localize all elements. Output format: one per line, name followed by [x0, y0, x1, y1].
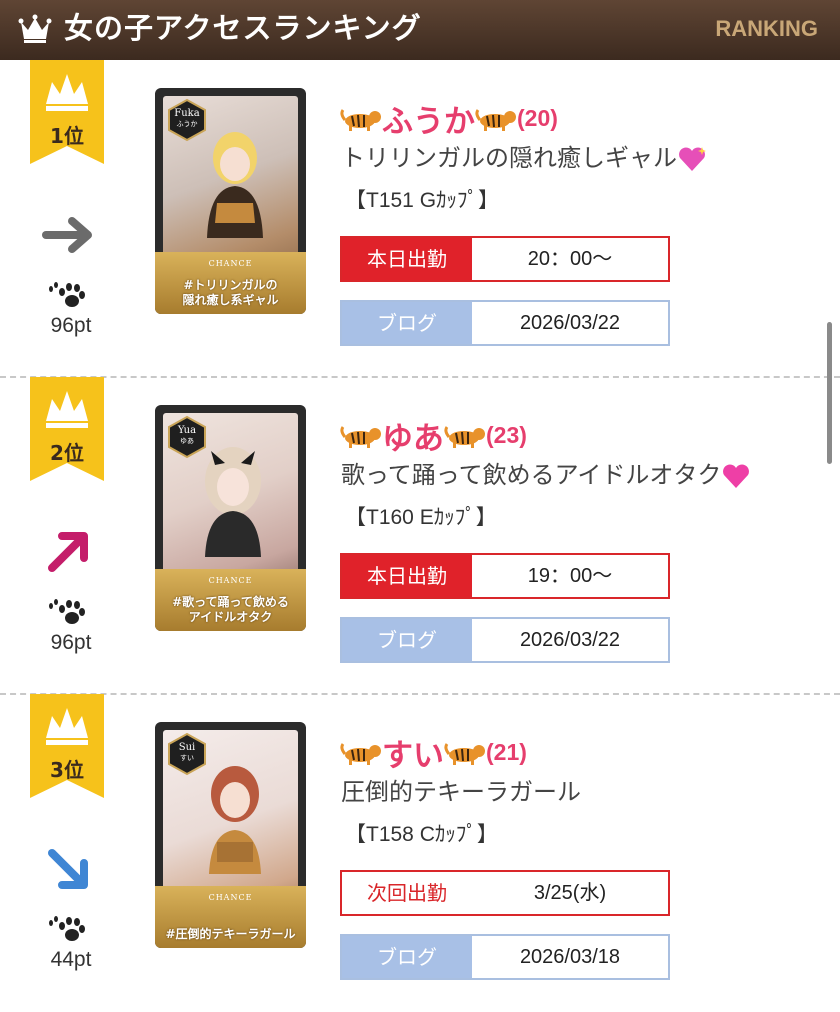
- ranking-header: 女の子アクセスランキング RANKING: [0, 0, 840, 60]
- shift-label: 次回出勤: [342, 872, 472, 914]
- hex-kana: ゆあ: [180, 437, 194, 445]
- tiger-icon: [444, 425, 485, 448]
- card-caption: #歌って踊って飲める アイドルオタク: [172, 595, 289, 624]
- blog-link[interactable]: ブログ 2026/03/22: [340, 617, 670, 663]
- catchphrase-text: 圧倒的テキーラガール: [341, 778, 581, 806]
- shift-time: 19：00〜: [527, 565, 613, 587]
- blog-label: ブログ: [342, 302, 472, 344]
- girl-photo-card[interactable]: CHANCE #歌って踊って飲める アイドルオタク Yua ゆあ: [155, 405, 306, 631]
- hex-kana: すい: [180, 754, 194, 762]
- tiger-icon: [340, 108, 381, 131]
- name-line[interactable]: すい (21): [340, 730, 527, 774]
- catchphrase: 歌って踊って飲めるアイドルオタク: [341, 458, 751, 492]
- up-right-arrow-icon: [48, 532, 88, 572]
- blog-label: ブログ: [342, 619, 472, 661]
- page-title: 女の子アクセスランキング: [64, 11, 422, 45]
- ranking-entry-2[interactable]: 2位 96pt CHANCE #歌って踊って飲める アイドルオタク Yua ゆあ…: [0, 377, 840, 695]
- card-brand: CHANCE: [208, 893, 253, 902]
- shift-label: 本日出勤: [342, 238, 472, 280]
- paw-icon: [49, 599, 85, 624]
- rank-label: 2位: [50, 441, 84, 465]
- girl-age: (21): [486, 739, 527, 765]
- girl-photo: [207, 132, 263, 238]
- points-value: 96pt: [50, 314, 92, 337]
- shift-status[interactable]: 次回出勤 3/25(水): [340, 870, 670, 916]
- down-right-arrow-icon: [48, 849, 88, 889]
- shift-time: 20：00〜: [527, 248, 613, 270]
- catchphrase: 圧倒的テキーラガール: [341, 775, 581, 809]
- girl-spec: 【T158 Cｶｯﾌﾟ】: [345, 823, 498, 846]
- rank-badge: 3位: [30, 694, 104, 798]
- girl-name[interactable]: すい: [382, 738, 444, 774]
- hex-name: Fuka: [174, 108, 200, 119]
- girl-spec: 【T160 Eｶｯﾌﾟ】: [345, 506, 497, 529]
- hex-name: Yua: [177, 425, 197, 436]
- card-caption: #圧倒的テキーラガール: [165, 927, 296, 941]
- girl-spec: 【T151 Gｶｯﾌﾟ】: [345, 189, 500, 212]
- sparkling-heart-icon: [679, 147, 706, 171]
- blog-date: 2026/03/22: [519, 629, 621, 651]
- shift-status[interactable]: 本日出勤 20：00〜: [340, 236, 670, 282]
- rank-label: 1位: [50, 124, 84, 148]
- girl-age: (20): [517, 105, 558, 131]
- card-brand: CHANCE: [208, 259, 253, 268]
- shift-time: 3/25(水): [533, 882, 607, 904]
- catchphrase-text: トリリンガルの隠れ癒しギャル: [341, 144, 677, 172]
- girl-photo: [209, 766, 261, 874]
- tiger-icon: [444, 742, 485, 765]
- girl-name[interactable]: ゆあ: [382, 421, 444, 457]
- card-brand: CHANCE: [208, 576, 253, 585]
- scrollbar[interactable]: [827, 322, 832, 464]
- name-line[interactable]: ゆあ (23): [340, 413, 527, 457]
- girl-age: (23): [486, 422, 527, 448]
- blog-label: ブログ: [342, 936, 472, 978]
- blog-link[interactable]: ブログ 2026/03/18: [340, 934, 670, 980]
- rank-label: 3位: [50, 758, 84, 782]
- blog-date: 2026/03/18: [519, 946, 621, 968]
- points-value: 44pt: [50, 948, 92, 971]
- paw-icon: [49, 282, 85, 307]
- blog-link[interactable]: ブログ 2026/03/22: [340, 300, 670, 346]
- crown-icon: [18, 14, 52, 43]
- tiger-icon: [340, 425, 381, 448]
- card-caption: #トリリンガルの 隠れ癒し系ギャル: [182, 278, 279, 307]
- catchphrase-text: 歌って踊って飲めるアイドルオタク: [341, 461, 722, 489]
- ranking-entry-1[interactable]: 1位 96pt CHANCE #トリリンガルの 隠れ癒し系ギャル Fuka ふう…: [0, 60, 840, 378]
- header-english-label: RANKING: [715, 16, 818, 41]
- right-arrow-icon: [42, 217, 92, 253]
- hex-kana: ふうか: [176, 120, 198, 128]
- paw-icon: [49, 916, 85, 941]
- rank-badge: 2位: [30, 377, 104, 481]
- shift-status[interactable]: 本日出勤 19：00〜: [340, 553, 670, 599]
- hex-name: Sui: [178, 742, 196, 753]
- ranking-entry-3[interactable]: 3位 44pt CHANCE #圧倒的テキーラガール Sui すい すい (21)…: [0, 694, 840, 1012]
- catchphrase: トリリンガルの隠れ癒しギャル: [341, 141, 707, 175]
- pink-heart-icon: [723, 464, 750, 488]
- rank-badge: 1位: [30, 60, 104, 164]
- tiger-icon: [340, 742, 381, 765]
- points-value: 96pt: [50, 631, 92, 654]
- girl-name[interactable]: ふうか: [382, 104, 475, 140]
- name-line[interactable]: ふうか (20): [340, 96, 558, 140]
- shift-label: 本日出勤: [342, 555, 472, 597]
- girl-photo-card[interactable]: CHANCE #圧倒的テキーラガール Sui すい: [155, 722, 306, 948]
- tiger-icon: [475, 108, 516, 131]
- girl-photo-card[interactable]: CHANCE #トリリンガルの 隠れ癒し系ギャル Fuka ふうか: [155, 88, 306, 314]
- blog-date: 2026/03/22: [519, 312, 621, 334]
